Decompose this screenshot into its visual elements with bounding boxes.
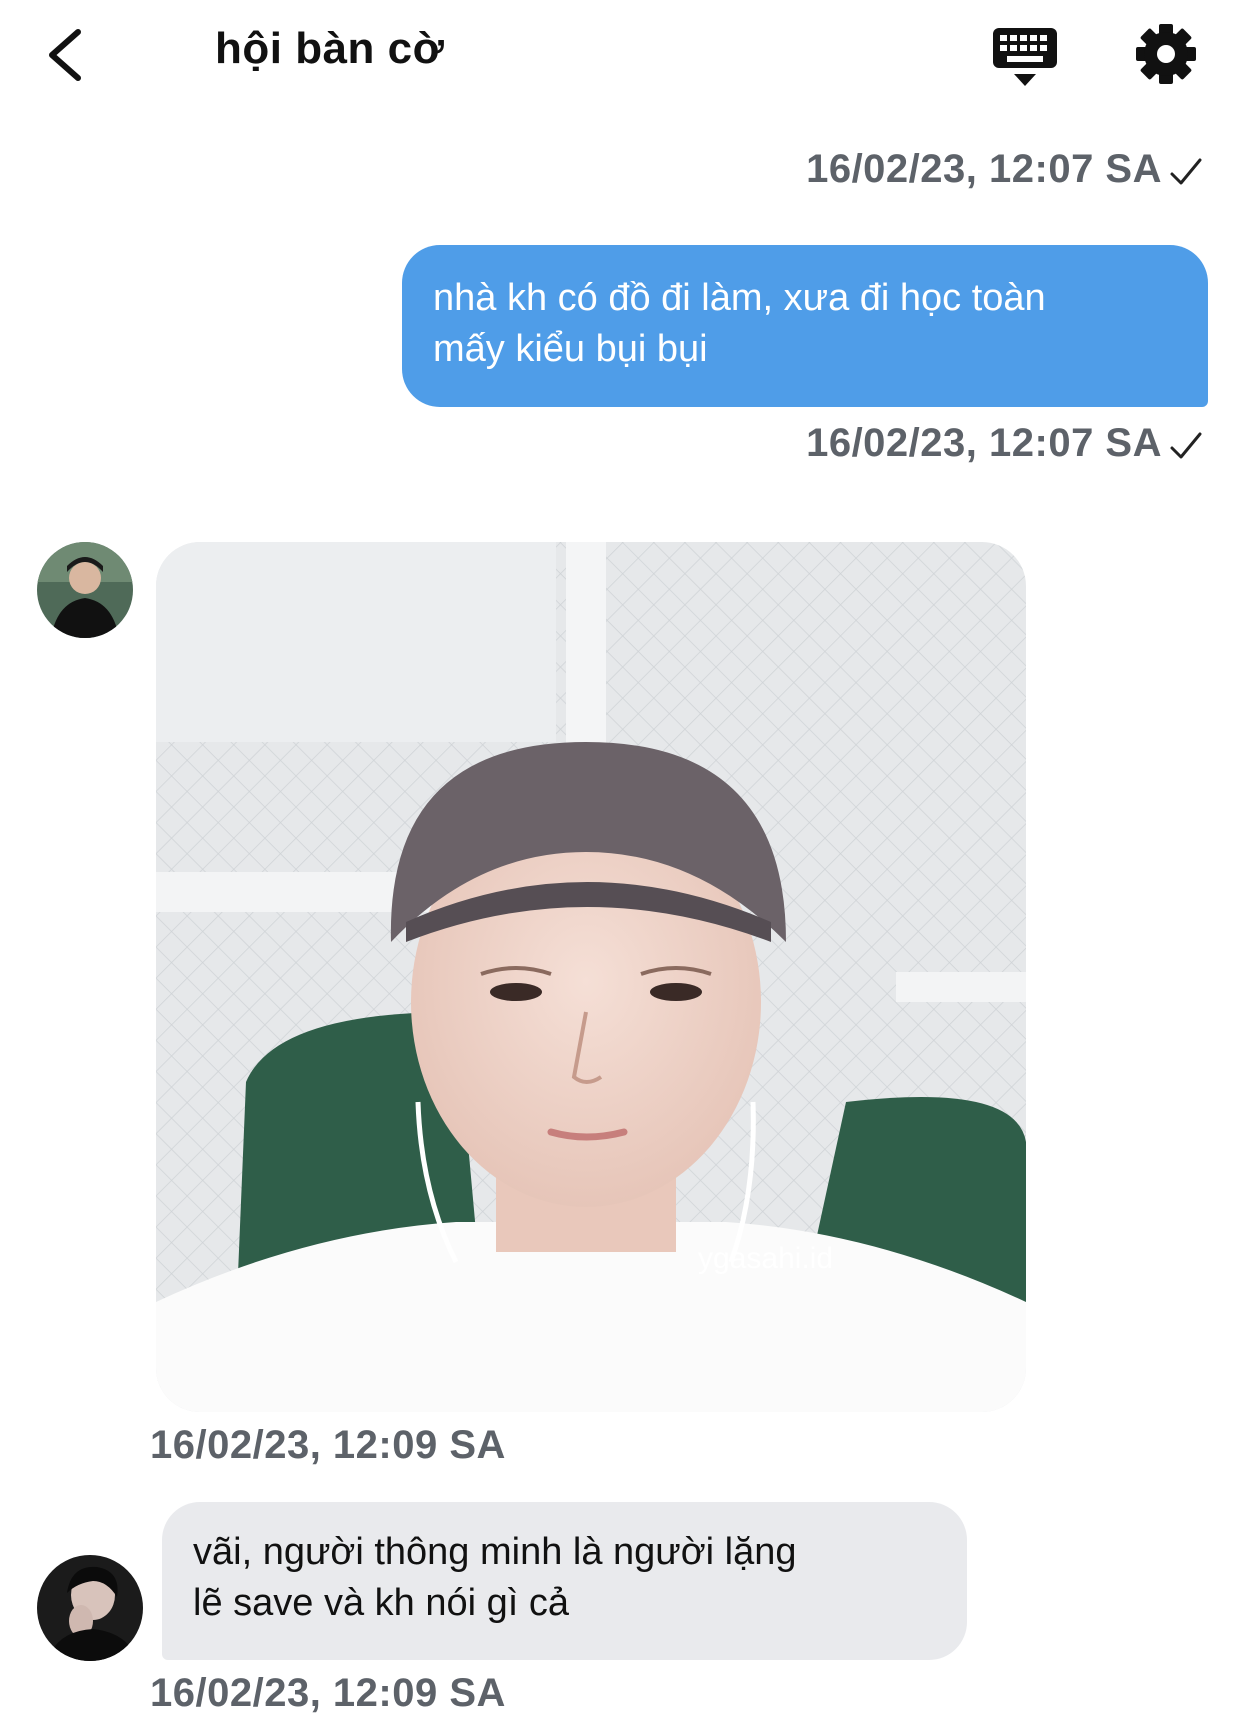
photo-watermark: ygasahi.id bbox=[698, 1242, 834, 1275]
chevron-left-icon bbox=[49, 29, 81, 81]
photo-image bbox=[156, 542, 1026, 1412]
message-timestamp: 16/02/23, 12:09 SA bbox=[150, 1671, 506, 1715]
message-timestamp: 16/02/23, 12:09 SA bbox=[150, 1423, 506, 1467]
chat-header: hội bàn cờ bbox=[0, 0, 1242, 110]
message-text-line: nhà kh có đồ đi làm, xưa đi học toàn bbox=[433, 277, 1046, 319]
settings-button[interactable] bbox=[1130, 18, 1202, 90]
message-timestamp: 16/02/23, 12:07 SA bbox=[806, 421, 1162, 465]
checkmark-icon bbox=[1170, 158, 1202, 185]
shared-photo[interactable]: ygasahi.id bbox=[156, 542, 1026, 1412]
sender-avatar[interactable] bbox=[37, 542, 133, 638]
message-text-line: vãi, người thông minh là người lặng bbox=[193, 1531, 797, 1573]
checkmark-icon bbox=[1170, 432, 1202, 459]
message-timestamp: 16/02/23, 12:07 SA bbox=[806, 147, 1162, 191]
outgoing-message-bubble[interactable]: nhà kh có đồ đi làm, xưa đi học toàn mấy… bbox=[402, 245, 1208, 407]
message-text-line: mấy kiểu bụi bụi bbox=[433, 328, 708, 370]
avatar-image bbox=[37, 1555, 143, 1661]
chat-title[interactable]: hội bàn cờ bbox=[215, 24, 444, 74]
incoming-message-bubble[interactable]: vãi, người thông minh là người lặng lẽ s… bbox=[162, 1502, 967, 1660]
back-button[interactable] bbox=[40, 20, 100, 90]
keyboard-icon bbox=[993, 28, 1057, 86]
keyboard-button[interactable] bbox=[990, 20, 1060, 90]
sender-avatar[interactable] bbox=[37, 1555, 143, 1661]
gear-icon bbox=[1136, 24, 1196, 84]
message-text-line: lẽ save và kh nói gì cả bbox=[193, 1582, 569, 1624]
avatar-image bbox=[37, 542, 133, 638]
